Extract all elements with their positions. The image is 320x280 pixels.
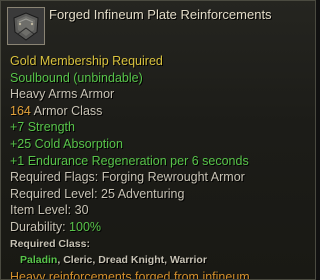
item-tooltip: Forged Infineum Plate Reinforcements Gol… (0, 0, 316, 280)
armor-plate-icon (7, 7, 45, 45)
endurance-regen-bonus: +1 Endurance Regeneration per 6 seconds (10, 153, 249, 168)
cold-absorption-bonus: +25 Cold Absorption (10, 136, 123, 151)
membership-requirement: Gold Membership Required (10, 54, 163, 68)
durability-line: Durability: 100% (10, 219, 310, 236)
required-class-label: Required Class: (10, 237, 90, 250)
strength-bonus: +7 Strength (10, 120, 75, 135)
armor-type: Heavy Arms Armor (10, 87, 115, 102)
required-classes: Paladin, Cleric, Dread Knight, Warrior (10, 252, 310, 269)
classes-rest: , Cleric, Dread Knight, Warrior (57, 254, 207, 267)
tooltip-header: Forged Infineum Plate Reinforcements (1, 1, 315, 51)
armor-class-line: 164 Armor Class (10, 103, 310, 120)
item-name: Forged Infineum Plate Reinforcements (49, 7, 272, 22)
required-level: Required Level: 25 Adventuring (10, 186, 185, 201)
item-stats: Gold Membership Required Soulbound (unbi… (10, 53, 310, 280)
armor-class-label: Armor Class (30, 103, 103, 118)
item-level: Item Level: 30 (10, 203, 89, 218)
durability-label: Durability: (10, 219, 70, 234)
armor-class-value: 164 (10, 103, 31, 118)
required-flags: Required Flags: Forging Rewrought Armor (10, 170, 245, 185)
soulbound-status: Soulbound (unbindable) (10, 70, 143, 85)
item-description: Heavy reinforcements forged from infineu… (10, 269, 254, 280)
durability-value: 100% (69, 219, 102, 234)
class-paladin: Paladin (20, 254, 58, 267)
